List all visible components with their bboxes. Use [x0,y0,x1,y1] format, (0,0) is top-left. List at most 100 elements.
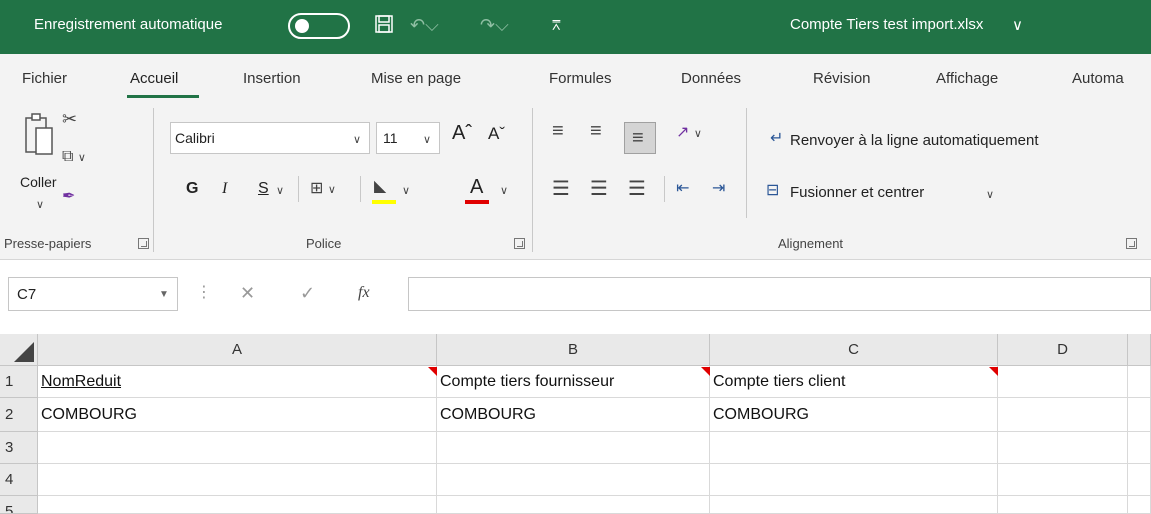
row-header-5[interactable]: 5 [0,496,38,514]
increase-indent-icon[interactable]: ⇥ [712,180,725,198]
comment-indicator-icon[interactable] [701,367,710,376]
tab-automate[interactable]: Automa [1072,70,1124,87]
borders-icon[interactable]: ⊞ ∨ [310,180,336,199]
cell-b1[interactable]: Compte tiers fournisseur [437,366,710,398]
tab-donnees[interactable]: Données [681,70,741,87]
cell-b4[interactable] [437,464,710,496]
underline-button[interactable]: S [258,180,269,198]
name-box[interactable]: C7 ▼ [8,277,178,311]
alignment-launcher-icon[interactable] [1126,238,1137,249]
row-header-1[interactable]: 1 [0,366,38,398]
cell-c5[interactable] [710,496,998,514]
tab-accueil[interactable]: Accueil [130,70,178,87]
tab-mise-en-page[interactable]: Mise en page [371,70,461,87]
chevron-down-icon[interactable]: ∨ [276,182,284,200]
cell-e3[interactable] [1128,432,1151,464]
cell-c1[interactable]: Compte tiers client [710,366,998,398]
column-header-b[interactable]: B [437,334,710,366]
font-name-select[interactable]: Calibri ∨ [170,122,370,154]
cell-c4[interactable] [710,464,998,496]
name-box-dropdown-icon[interactable]: ▼ [159,286,169,304]
cell-a4[interactable] [38,464,437,496]
cell-a1[interactable]: NomReduit [38,366,437,398]
formula-input[interactable] [408,277,1151,311]
paste-icon[interactable] [24,112,54,161]
cell-e1[interactable] [1128,366,1151,398]
wrap-text-icon[interactable]: ↵ [770,130,783,148]
cut-icon[interactable]: ✂ [62,110,77,128]
select-all-corner[interactable] [0,334,38,366]
cell-b2[interactable]: COMBOURG [437,398,710,432]
column-header-d[interactable]: D [998,334,1128,366]
autosave-toggle[interactable] [288,13,350,39]
redo-icon[interactable]: ↷⌵ [480,14,509,36]
font-color-icon[interactable]: A [470,176,483,199]
more-options-icon[interactable]: ⋮ [196,284,212,302]
column-header-c[interactable]: C [710,334,998,366]
comment-indicator-icon[interactable] [989,367,998,376]
font-color-swatch [465,200,489,204]
tab-revision[interactable]: Révision [813,70,871,87]
chevron-down-icon[interactable]: ∨ [986,186,994,204]
decrease-indent-icon[interactable]: ⇤ [676,180,689,198]
cell-c2[interactable]: COMBOURG [710,398,998,432]
row-header-3[interactable]: 3 [0,432,38,464]
clipboard-group-label: Presse-papiers [4,236,92,251]
cell-a5[interactable] [38,496,437,514]
customize-qat-icon[interactable]: ⩞ [552,14,561,36]
cell-c3[interactable] [710,432,998,464]
copy-icon[interactable]: ⧉ ∨ [62,148,86,167]
undo-icon[interactable]: ↶⌵ [410,14,439,36]
cell-b3[interactable] [437,432,710,464]
merge-center-icon[interactable]: ⊟ [766,182,779,200]
cell-a3[interactable] [38,432,437,464]
merge-center-button[interactable]: Fusionner et centrer [790,184,924,201]
align-top-icon[interactable]: ≡ [552,121,564,141]
column-header-a[interactable]: A [38,334,437,366]
font-size-select[interactable]: 11 ∨ [376,122,440,154]
save-icon[interactable] [374,14,394,39]
chevron-down-icon[interactable]: ∨ [500,182,508,200]
format-painter-icon[interactable]: ✒ [62,188,75,206]
row-header-2[interactable]: 2 [0,398,38,432]
shrink-font-icon[interactable]: Aˇ [488,124,505,144]
align-right-icon[interactable]: ☰ [628,179,646,199]
file-name[interactable]: Compte Tiers test import.xlsx [790,16,983,33]
cell-e4[interactable] [1128,464,1151,496]
align-bottom-button[interactable]: ≡ [624,122,656,154]
paste-chevron-icon[interactable]: ∨ [36,196,44,214]
align-left-icon[interactable]: ☰ [552,179,570,199]
grow-font-icon[interactable]: Aˆ [452,122,472,145]
bold-button[interactable]: G [186,180,198,198]
font-launcher-icon[interactable] [514,238,525,249]
align-middle-icon[interactable]: ≡ [590,121,602,141]
cell-e5[interactable] [1128,496,1151,514]
cell-d2[interactable] [998,398,1128,432]
cell-d3[interactable] [998,432,1128,464]
tab-formules[interactable]: Formules [549,70,612,87]
cell-b5[interactable] [437,496,710,514]
row-header-4[interactable]: 4 [0,464,38,496]
align-center-icon[interactable]: ☰ [590,179,608,199]
fill-color-icon[interactable]: ◣ [374,178,386,196]
italic-button[interactable]: I [222,180,227,198]
cell-d5[interactable] [998,496,1128,514]
cell-a2[interactable]: COMBOURG [38,398,437,432]
tab-insertion[interactable]: Insertion [243,70,301,87]
clipboard-launcher-icon[interactable] [138,238,149,249]
insert-function-icon[interactable]: fx [358,284,370,302]
cancel-icon[interactable]: ✕ [240,284,255,302]
tab-affichage[interactable]: Affichage [936,70,998,87]
cell-e2[interactable] [1128,398,1151,432]
enter-icon[interactable]: ✓ [300,284,315,302]
cell-d4[interactable] [998,464,1128,496]
comment-indicator-icon[interactable] [428,367,437,376]
orientation-icon[interactable]: ↗ ∨ [676,124,702,143]
tab-fichier[interactable]: Fichier [22,70,67,87]
chevron-down-icon[interactable]: ∨ [402,182,410,200]
column-header-e[interactable] [1128,334,1151,366]
wrap-text-button[interactable]: Renvoyer à la ligne automatiquement [790,132,1038,149]
file-menu-chevron-icon[interactable]: ∨ [1012,16,1023,34]
paste-label[interactable]: Coller [20,174,57,190]
cell-d1[interactable] [998,366,1128,398]
